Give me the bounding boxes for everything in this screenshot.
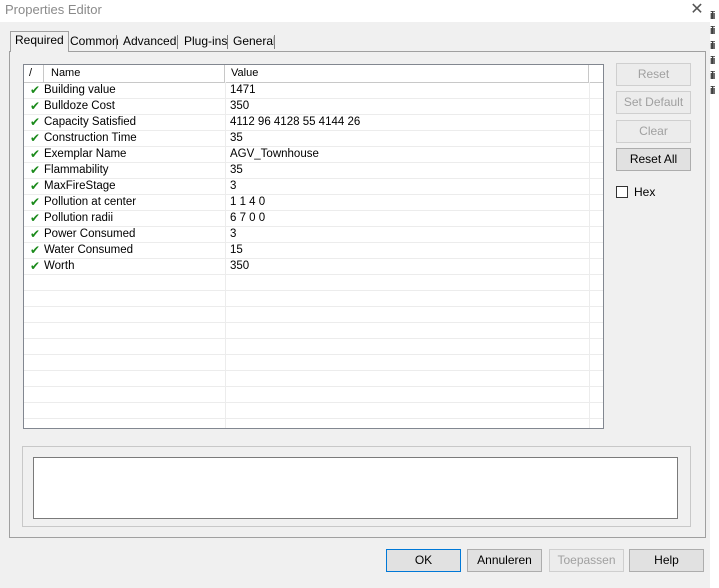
table-row[interactable]: ✔ Water Consumed 15 xyxy=(24,243,603,259)
property-name: Worth xyxy=(44,260,75,272)
window-title: Properties Editor xyxy=(5,2,102,17)
table-row[interactable]: ✔ Pollution radii 6 7 0 0 xyxy=(24,211,603,227)
description-textarea[interactable] xyxy=(33,457,678,519)
sort-column-header[interactable]: / xyxy=(24,65,44,82)
empty-row[interactable] xyxy=(24,339,603,355)
property-name: Water Consumed xyxy=(44,244,134,256)
property-value: 6 7 0 0 xyxy=(230,212,266,224)
background-window-strip: ili ili ili ili ili ili xyxy=(710,0,719,588)
table-row[interactable]: ✔ MaxFireStage 3 xyxy=(24,179,603,195)
property-value: 35 xyxy=(230,164,243,176)
property-value: 350 xyxy=(230,100,250,112)
background-text-fragment: ili xyxy=(710,85,715,97)
hex-label: Hex xyxy=(634,185,656,199)
cancel-button[interactable]: Annuleren xyxy=(467,549,542,572)
title-bar xyxy=(0,0,710,22)
empty-row[interactable] xyxy=(24,291,603,307)
value-column-header[interactable]: Value xyxy=(225,65,589,82)
check-icon: ✔ xyxy=(30,147,41,161)
property-name: Exemplar Name xyxy=(44,148,127,160)
property-name: Bulldoze Cost xyxy=(44,100,115,112)
tab-general[interactable]: General xyxy=(229,33,280,50)
reset-all-button[interactable]: Reset All xyxy=(616,148,691,171)
properties-list[interactable]: / Name Value ✔ Building value 1471 ✔ Bulldoz… xyxy=(23,64,604,429)
background-text-fragment: ili xyxy=(710,55,715,67)
reset-button[interactable]: Reset xyxy=(616,63,691,86)
check-icon: ✔ xyxy=(30,211,41,225)
table-row[interactable]: ✔ Exemplar Name AGV_Townhouse xyxy=(24,147,603,163)
table-row[interactable]: ✔ Bulldoze Cost 350 xyxy=(24,99,603,115)
check-icon: ✔ xyxy=(30,163,41,177)
property-value: 1 1 4 0 xyxy=(230,196,266,208)
table-row[interactable]: ✔ Building value 1471 xyxy=(24,83,603,99)
check-icon: ✔ xyxy=(30,115,41,129)
check-icon: ✔ xyxy=(30,179,41,193)
tab-plug-ins[interactable]: Plug-ins xyxy=(180,33,231,50)
empty-row[interactable] xyxy=(24,307,603,323)
tab-required[interactable]: Required xyxy=(10,31,69,52)
apply-button[interactable]: Toepassen xyxy=(549,549,624,572)
check-icon: ✔ xyxy=(30,83,41,97)
background-text-fragment: ili xyxy=(710,40,715,52)
table-row[interactable]: ✔ Power Consumed 3 xyxy=(24,227,603,243)
empty-row[interactable] xyxy=(24,355,603,371)
property-name: MaxFireStage xyxy=(44,180,116,192)
check-icon: ✔ xyxy=(30,243,41,257)
empty-row[interactable] xyxy=(24,403,603,419)
property-value: AGV_Townhouse xyxy=(230,148,319,160)
empty-row[interactable] xyxy=(24,323,603,339)
check-icon: ✔ xyxy=(30,227,41,241)
property-value: 1471 xyxy=(230,84,256,96)
property-value: 15 xyxy=(230,244,243,256)
close-icon[interactable]: ✕ xyxy=(688,0,706,20)
name-column-header[interactable]: Name xyxy=(44,65,225,82)
table-row[interactable]: ✔ Flammability 35 xyxy=(24,163,603,179)
tab-advanced[interactable]: Advanced xyxy=(119,33,180,50)
property-value: 4112 96 4128 55 4144 26 xyxy=(230,116,361,128)
property-name: Pollution radii xyxy=(44,212,114,224)
background-text-fragment: ili xyxy=(710,70,715,82)
tab-separator xyxy=(116,35,117,49)
property-value: 350 xyxy=(230,260,250,272)
empty-row[interactable] xyxy=(24,387,603,403)
empty-row[interactable] xyxy=(24,371,603,387)
filler-column-header xyxy=(589,65,603,82)
list-header: / Name Value xyxy=(24,65,603,83)
property-value: 3 xyxy=(230,180,237,192)
table-row[interactable]: ✔ Pollution at center 1 1 4 0 xyxy=(24,195,603,211)
tab-separator xyxy=(274,35,275,49)
clear-button[interactable]: Clear xyxy=(616,120,691,143)
table-row[interactable]: ✔ Worth 350 xyxy=(24,259,603,275)
property-name: Pollution at center xyxy=(44,196,137,208)
check-icon: ✔ xyxy=(30,259,41,273)
property-value: 3 xyxy=(230,228,237,240)
table-row[interactable]: ✔ Construction Time 35 xyxy=(24,131,603,147)
empty-row[interactable] xyxy=(24,275,603,291)
hex-checkbox[interactable] xyxy=(616,186,628,198)
background-text-fragment: ili xyxy=(710,25,715,37)
tab-separator xyxy=(177,35,178,49)
check-icon: ✔ xyxy=(30,131,41,145)
property-name: Building value xyxy=(44,84,116,96)
property-name: Construction Time xyxy=(44,132,137,144)
check-icon: ✔ xyxy=(30,99,41,113)
set-default-button[interactable]: Set Default xyxy=(616,91,691,114)
tab-separator xyxy=(227,35,228,49)
property-value: 35 xyxy=(230,132,243,144)
property-name: Capacity Satisfied xyxy=(44,116,137,128)
property-name: Flammability xyxy=(44,164,109,176)
property-name: Power Consumed xyxy=(44,228,136,240)
tab-common[interactable]: Common xyxy=(66,33,123,50)
ok-button[interactable]: OK xyxy=(386,549,461,572)
help-button[interactable]: Help xyxy=(629,549,704,572)
table-row[interactable]: ✔ Capacity Satisfied 4112 96 4128 55 4144 … xyxy=(24,115,603,131)
check-icon: ✔ xyxy=(30,195,41,209)
background-text-fragment: ili xyxy=(710,10,715,22)
